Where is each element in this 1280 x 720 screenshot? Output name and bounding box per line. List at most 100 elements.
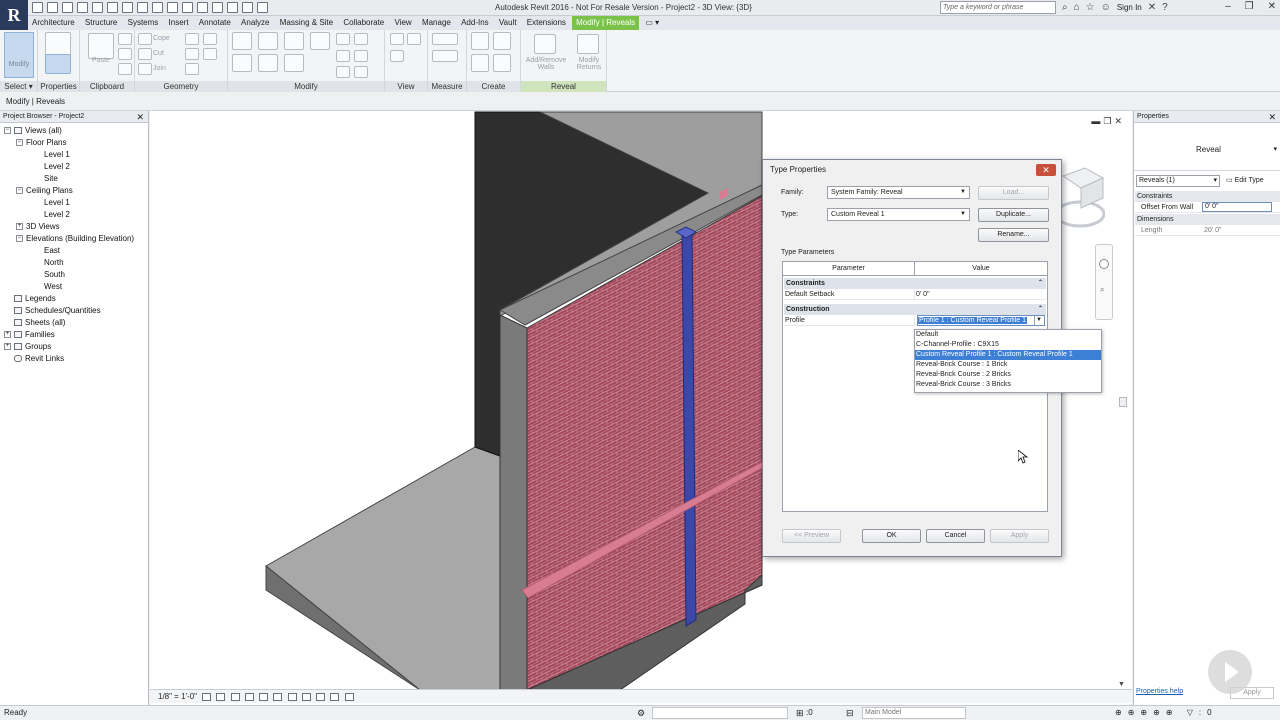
- offset-icon[interactable]: [258, 32, 278, 50]
- analytical-model-icon[interactable]: [330, 692, 340, 701]
- cope-icon[interactable]: [138, 33, 152, 45]
- view-scale[interactable]: 1/8" = 1'-0": [158, 692, 197, 701]
- viewport-minimize-icon[interactable]: ▬: [1091, 116, 1100, 127]
- measure-icon[interactable]: [137, 2, 148, 13]
- temporary-hide-icon[interactable]: [301, 692, 311, 701]
- cut-geometry-icon[interactable]: [138, 48, 152, 60]
- detail-level-icon[interactable]: [202, 692, 212, 701]
- tree-schedules[interactable]: Schedules/Quantities: [14, 305, 101, 317]
- highlight-displacement-icon[interactable]: [344, 692, 354, 701]
- vertical-scroll-handle[interactable]: [1119, 397, 1127, 407]
- subscription-icon[interactable]: ⌂: [1074, 2, 1080, 13]
- worksets-icon[interactable]: ⚙: [637, 706, 645, 720]
- binoculars-icon[interactable]: ⌕: [1062, 2, 1068, 13]
- open-icon[interactable]: [32, 2, 43, 13]
- favorites-icon[interactable]: ☆: [1086, 2, 1095, 13]
- offset-from-wall-field[interactable]: 0' 0": [1202, 202, 1272, 212]
- restore-icon[interactable]: ❐: [1245, 1, 1254, 12]
- text-icon[interactable]: [182, 2, 193, 13]
- grid-row-default-setback[interactable]: Default Setback 0' 0": [784, 289, 1046, 300]
- tree-elevations[interactable]: − Elevations (Building Elevation): [16, 233, 134, 245]
- print-icon[interactable]: [122, 2, 133, 13]
- tree-families[interactable]: + Families: [4, 329, 55, 341]
- tree-ceiling-level-2[interactable]: Level 2: [44, 209, 70, 221]
- cut-icon[interactable]: [118, 33, 132, 45]
- section-icon[interactable]: [212, 2, 223, 13]
- demolish-icon[interactable]: [203, 33, 217, 45]
- crop-view-icon[interactable]: [259, 692, 269, 701]
- profile-option[interactable]: Reveal-Brick Course : 3 Bricks: [915, 380, 1101, 390]
- duplicate-button[interactable]: Duplicate...: [978, 208, 1049, 222]
- override-graphics-icon[interactable]: [390, 33, 404, 45]
- tab-annotate[interactable]: Annotate: [195, 16, 235, 30]
- tree-elev-east[interactable]: East: [44, 245, 60, 257]
- viewport-restore-icon[interactable]: ❐: [1103, 116, 1111, 127]
- tree-floor-site[interactable]: Site: [44, 173, 58, 185]
- add-remove-walls-icon[interactable]: [534, 34, 556, 54]
- scroll-down-icon[interactable]: ▼: [1118, 681, 1125, 688]
- close-project-browser-icon[interactable]: ✕: [136, 111, 144, 123]
- profile-option[interactable]: Reveal-Brick Course : 1 Brick: [915, 360, 1101, 370]
- search-input[interactable]: Type a keyword or phrase: [940, 1, 1056, 14]
- filter-icon[interactable]: ⊟: [846, 706, 854, 720]
- dialog-close-button[interactable]: ✕: [1036, 164, 1056, 176]
- tab-insert[interactable]: Insert: [165, 16, 193, 30]
- tree-revit-links[interactable]: Revit Links: [14, 353, 64, 365]
- ribbon-minimize-icon[interactable]: ▭ ▾: [641, 16, 663, 30]
- create-parts-icon[interactable]: [493, 32, 511, 50]
- apply-button[interactable]: Apply: [990, 529, 1049, 543]
- split-gap-icon[interactable]: [354, 33, 368, 45]
- tab-modify-reveals[interactable]: Modify | Reveals: [572, 16, 640, 30]
- copy-element-icon[interactable]: [258, 54, 278, 72]
- tree-floor-plans[interactable]: − Floor Plans: [16, 137, 66, 149]
- viewport-close-icon[interactable]: ✕: [1114, 116, 1122, 127]
- visual-style-icon[interactable]: [216, 692, 226, 701]
- tree-elev-south[interactable]: South: [44, 269, 65, 281]
- modify-button[interactable]: Modify: [4, 32, 34, 78]
- show-crop-icon[interactable]: [273, 692, 283, 701]
- save-icon[interactable]: [62, 2, 73, 13]
- profile-select[interactable]: Profile 1 : Custom Reveal Profile 1 ▼: [917, 315, 1045, 326]
- sun-path-icon[interactable]: [230, 692, 240, 701]
- modify-returns-icon[interactable]: [577, 34, 599, 54]
- rename-button[interactable]: Rename...: [978, 228, 1049, 242]
- split-icon[interactable]: [336, 33, 350, 45]
- user-icon[interactable]: ☺: [1101, 2, 1111, 13]
- shadows-icon[interactable]: [244, 692, 254, 701]
- 3d-view-icon[interactable]: [197, 2, 208, 13]
- prop-offset-from-wall[interactable]: Offset From Wall 0' 0": [1135, 202, 1280, 213]
- design-options-icon[interactable]: ⊞: [796, 706, 804, 720]
- create-group-icon[interactable]: [471, 54, 489, 72]
- undo-icon[interactable]: [92, 2, 103, 13]
- split-face-icon[interactable]: [185, 48, 199, 60]
- properties-icon[interactable]: [45, 54, 71, 74]
- revit-logo[interactable]: R: [0, 0, 28, 30]
- type-select[interactable]: Custom Reveal 1 ▼: [827, 208, 970, 221]
- profile-option[interactable]: Reveal-Brick Course : 2 Bricks: [915, 370, 1101, 380]
- exchange-icon[interactable]: ✕: [1148, 2, 1156, 13]
- paint-icon[interactable]: [203, 48, 217, 60]
- zoom-icon[interactable]: ⌕: [1100, 285, 1104, 295]
- tab-view[interactable]: View: [391, 16, 416, 30]
- profile-option[interactable]: Default: [915, 330, 1101, 340]
- create-assembly-icon[interactable]: [471, 32, 489, 50]
- cancel-button[interactable]: Cancel: [926, 529, 985, 543]
- prop-category-constraints[interactable]: Constraints: [1135, 191, 1280, 202]
- workset-select[interactable]: [652, 707, 788, 719]
- tab-extensions[interactable]: Extensions: [523, 16, 570, 30]
- close-window-icon[interactable]: ✕: [1268, 1, 1276, 12]
- tag-icon[interactable]: [167, 2, 178, 13]
- tab-vault[interactable]: Vault: [495, 16, 521, 30]
- type-selector[interactable]: Reveal ▾: [1134, 125, 1280, 171]
- rotate-icon[interactable]: [284, 54, 304, 72]
- tree-views-all[interactable]: − Views (all): [4, 125, 62, 137]
- close-hidden-icon[interactable]: [242, 2, 253, 13]
- switch-windows-icon[interactable]: [257, 2, 268, 13]
- prop-category-dimensions[interactable]: Dimensions: [1135, 214, 1280, 225]
- tab-analyze[interactable]: Analyze: [237, 16, 273, 30]
- paste-icon[interactable]: [88, 33, 114, 59]
- align-icon[interactable]: [232, 32, 252, 50]
- redo-icon[interactable]: [107, 2, 118, 13]
- scale-icon[interactable]: [354, 50, 368, 62]
- selection-tools-icons[interactable]: ⊕⊕⊕⊕⊕ ▽:0: [1115, 706, 1218, 720]
